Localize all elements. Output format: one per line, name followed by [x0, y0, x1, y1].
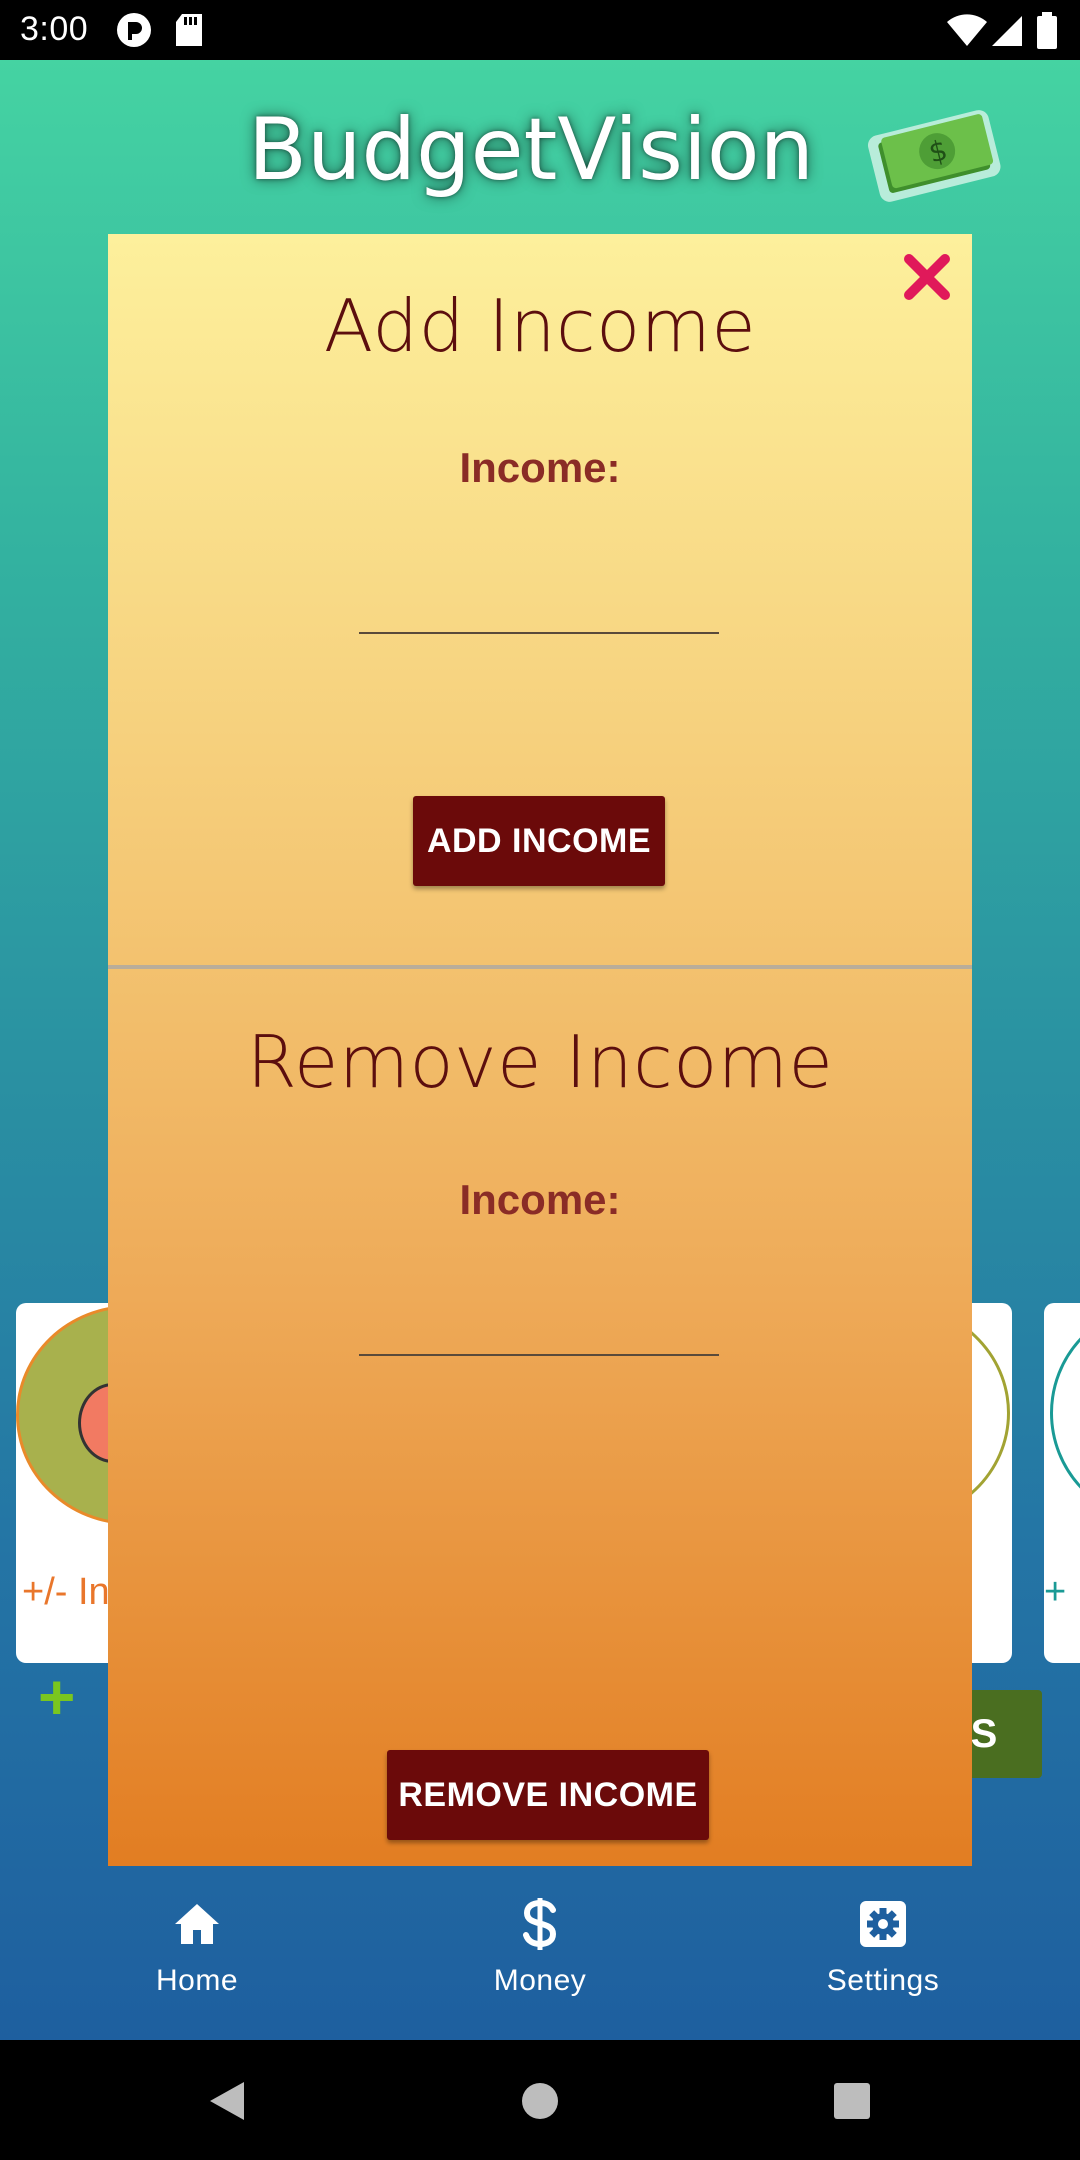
battery-icon: [1036, 12, 1058, 55]
status-bar: 3:00: [0, 0, 1080, 60]
app-title: BudgetVision: [248, 100, 814, 200]
dollar-icon: [440, 1896, 640, 1952]
pocket-casts-icon: [116, 12, 152, 53]
add-income-button[interactable]: ADD INCOME: [413, 796, 665, 886]
add-income-section: Add Income Income: ADD INCOME: [108, 234, 972, 966]
back-icon[interactable]: [206, 2080, 246, 2127]
nav-money-label: Money: [493, 1964, 587, 1997]
nav-settings[interactable]: Settings: [783, 1896, 983, 1998]
extra-card-circle: [1050, 1303, 1080, 1523]
extra-card[interactable]: +: [1044, 1303, 1080, 1663]
status-time: 3:00: [20, 10, 89, 48]
income-modal: Add Income Income: ADD INCOME Remove Inc…: [108, 234, 972, 1866]
income-card-label: +/- In: [22, 1571, 110, 1613]
gear-icon: [783, 1896, 983, 1952]
remove-income-title: Remove Income: [246, 1020, 834, 1104]
add-income-field-label: Income:: [459, 444, 621, 491]
signal-icon: [990, 12, 1024, 53]
nav-settings-label: Settings: [826, 1964, 940, 1997]
money-bill-icon: $: [862, 100, 1006, 215]
extra-card-label: +: [1044, 1571, 1067, 1613]
section-divider: [108, 965, 972, 969]
sd-card-icon: [174, 12, 204, 53]
system-nav-bar: [0, 2040, 1080, 2160]
remove-income-button[interactable]: REMOVE INCOME: [387, 1750, 709, 1840]
bottom-nav: Home Money Settings: [0, 1866, 1080, 2040]
add-income-title: Add Income: [323, 284, 757, 368]
app-screen: BudgetVision $ +/- In te + + ES: [0, 60, 1080, 2040]
home-icon: [97, 1896, 297, 1952]
nav-home-label: Home: [155, 1964, 239, 1997]
wifi-icon: [946, 12, 988, 53]
remove-income-field-label: Income:: [459, 1176, 621, 1223]
add-income-input[interactable]: [359, 564, 719, 634]
nav-home[interactable]: Home: [97, 1896, 297, 1998]
remove-income-input[interactable]: [359, 1286, 719, 1356]
remove-income-section: Remove Income Income: REMOVE INCOME: [108, 970, 972, 1866]
add-category-icon[interactable]: +: [38, 1660, 75, 1734]
recents-icon[interactable]: [832, 2080, 872, 2127]
nav-money[interactable]: Money: [440, 1896, 640, 1998]
home-circle-icon[interactable]: [520, 2080, 560, 2127]
